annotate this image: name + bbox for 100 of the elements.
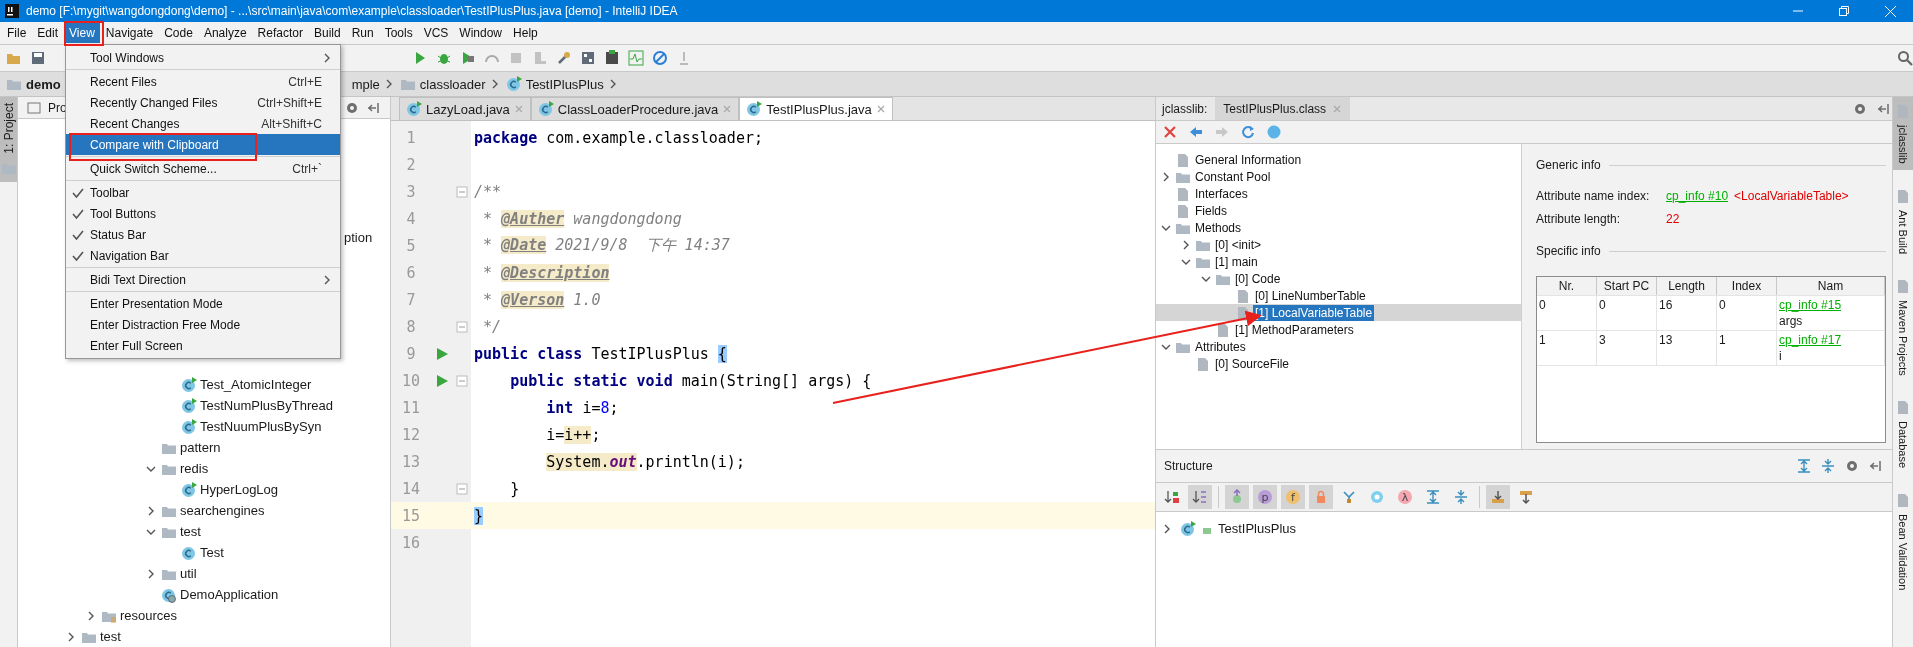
menu-item[interactable]: VCS (418, 23, 454, 43)
menu-item[interactable]: Status Bar (66, 224, 340, 245)
tool-window-tab[interactable]: 1: Project (0, 97, 17, 182)
menu-item[interactable]: Quick Switch Scheme... Ctrl+` (66, 158, 340, 179)
tree-item[interactable]: TestNuumPlusBySyn (200, 419, 322, 434)
run-icon[interactable] (434, 372, 450, 389)
menu-item[interactable]: Enter Distraction Free Mode (66, 314, 340, 335)
column-header[interactable]: Index (1717, 277, 1777, 295)
menu-item[interactable]: Build (308, 23, 346, 43)
menu-item[interactable]: Compare with Clipboard (66, 134, 340, 155)
build-icon[interactable] (532, 50, 548, 66)
toolbar-toggle[interactable] (1188, 485, 1212, 509)
menu-item[interactable]: Analyze (198, 23, 252, 43)
tool-window-tab[interactable]: Bean Validation (1893, 486, 1913, 597)
panel-tab[interactable]: TestIPlusPlus.class (1215, 97, 1351, 120)
search-icon[interactable] (1897, 50, 1913, 66)
menu-item[interactable]: Help (508, 23, 543, 43)
breadcrumb-item[interactable]: classloader (419, 76, 486, 92)
menu-item[interactable]: Run (346, 23, 379, 43)
tree-item[interactable]: HyperLogLog (200, 482, 279, 497)
module-icon[interactable] (604, 50, 620, 66)
tree-item[interactable]: Methods (1193, 219, 1244, 236)
tree-item[interactable]: Constant Pool (1193, 168, 1273, 185)
menu-item[interactable]: Tool Buttons (66, 203, 340, 224)
menu-item[interactable]: Navigate (100, 23, 159, 43)
coverage-icon[interactable] (460, 50, 476, 66)
close-icon[interactable] (1162, 124, 1178, 140)
hide-panel-icon[interactable] (1868, 458, 1884, 474)
tool-window-tab[interactable]: Maven Projects (1893, 271, 1913, 382)
tree-item[interactable]: test (180, 524, 201, 539)
editor-tab[interactable]: TestIPlusPlus.java (739, 97, 893, 120)
tree-item[interactable]: General Information (1193, 151, 1304, 168)
column-header[interactable]: Nam (1777, 277, 1885, 295)
globe-icon[interactable] (1266, 124, 1282, 140)
tree-item[interactable]: test (100, 629, 121, 644)
close-icon[interactable] (722, 104, 733, 114)
tree-item[interactable]: [1] MethodParameters (1233, 321, 1356, 338)
fold-icon[interactable] (456, 185, 468, 198)
menu-item[interactable]: File (2, 23, 32, 43)
menu-item[interactable]: Recently Changed Files Ctrl+Shift+E (66, 92, 340, 113)
menu-item[interactable]: View (64, 23, 100, 43)
tree-item[interactable]: redis (180, 461, 209, 476)
tree-item[interactable]: [0] <init> (1213, 236, 1264, 253)
tree-item[interactable]: Test_AtomicInteger (200, 377, 312, 392)
breadcrumb-item[interactable]: mple (351, 76, 380, 92)
tool-window-tab[interactable]: Database (1893, 393, 1913, 475)
stop-icon[interactable] (508, 50, 524, 66)
menu-item[interactable]: Enter Presentation Mode (66, 293, 340, 314)
wrench-icon[interactable] (556, 50, 572, 66)
tree-item[interactable]: [1] main (1213, 253, 1260, 270)
tree-item[interactable]: [0] SourceFile (1213, 355, 1292, 372)
close-icon[interactable] (513, 104, 524, 114)
tree-item[interactable]: [0] LineNumberTable (1253, 287, 1368, 304)
menu-item[interactable]: Code (159, 23, 198, 43)
tree-item[interactable]: util (180, 566, 197, 581)
tree-item[interactable]: DemoApplication (180, 587, 279, 602)
tree-item[interactable]: TestIPlusPlus (1218, 521, 1297, 536)
tree-item[interactable]: resources (120, 608, 178, 623)
toolbar-toggle[interactable] (1309, 485, 1333, 509)
close-icon[interactable] (875, 104, 886, 114)
menu-item[interactable]: Recent Changes Alt+Shift+C (66, 113, 340, 134)
menu-item[interactable]: Toolbar (66, 182, 340, 203)
menu-item[interactable]: Window (454, 23, 508, 43)
save-icon[interactable] (30, 50, 46, 66)
no-entry-icon[interactable] (652, 50, 668, 66)
fold-icon[interactable] (456, 320, 468, 333)
menu-item[interactable]: Edit (32, 23, 64, 43)
toolbar-toggle[interactable] (1225, 485, 1249, 509)
tree-item[interactable]: searchengines (180, 503, 265, 518)
menu-item[interactable]: Navigation Bar (66, 245, 340, 266)
column-header[interactable]: Start PC (1597, 277, 1657, 295)
menu-item[interactable]: Tool Windows (66, 47, 340, 68)
tree-item[interactable]: Interfaces (1193, 185, 1250, 202)
column-header[interactable]: Length (1657, 277, 1717, 295)
tree-item[interactable]: Test (200, 545, 224, 560)
menu-item[interactable]: Bidi Text Direction (66, 269, 340, 290)
tool-window-tab[interactable]: Ant Build (1893, 181, 1913, 260)
run-icon[interactable] (434, 345, 450, 362)
tree-item[interactable]: ption (344, 227, 390, 248)
editor-tab[interactable]: ClassLoaderProcedure.java (530, 97, 740, 120)
back-arrow-icon[interactable] (1188, 124, 1204, 140)
close-icon[interactable] (1332, 103, 1343, 114)
menu-item[interactable]: Tools (379, 23, 418, 43)
tree-item[interactable]: TestNumPlusByThread (200, 398, 333, 413)
refresh-icon[interactable] (1240, 124, 1256, 140)
menu-item[interactable]: Recent Files Ctrl+E (66, 71, 340, 92)
tree-item[interactable]: Attributes (1193, 338, 1248, 355)
tree-item[interactable]: pattern (180, 440, 221, 455)
column-header[interactable]: Nr. (1537, 277, 1597, 295)
tree-item[interactable]: Fields (1193, 202, 1229, 219)
fold-icon[interactable] (456, 482, 468, 495)
structure-icon[interactable] (580, 50, 596, 66)
toolbar-toggle[interactable] (1486, 485, 1510, 509)
tool-window-tab[interactable]: jclasslib (1893, 97, 1913, 170)
menu-item[interactable]: Refactor (252, 23, 308, 43)
breadcrumb-item[interactable]: demo (26, 76, 61, 92)
tree-item[interactable]: [0] Code (1233, 270, 1283, 287)
editor-tab[interactable]: LazyLoad.java (399, 97, 531, 120)
menu-item[interactable]: Enter Full Screen (66, 335, 340, 356)
settings-icon[interactable] (1844, 458, 1860, 474)
